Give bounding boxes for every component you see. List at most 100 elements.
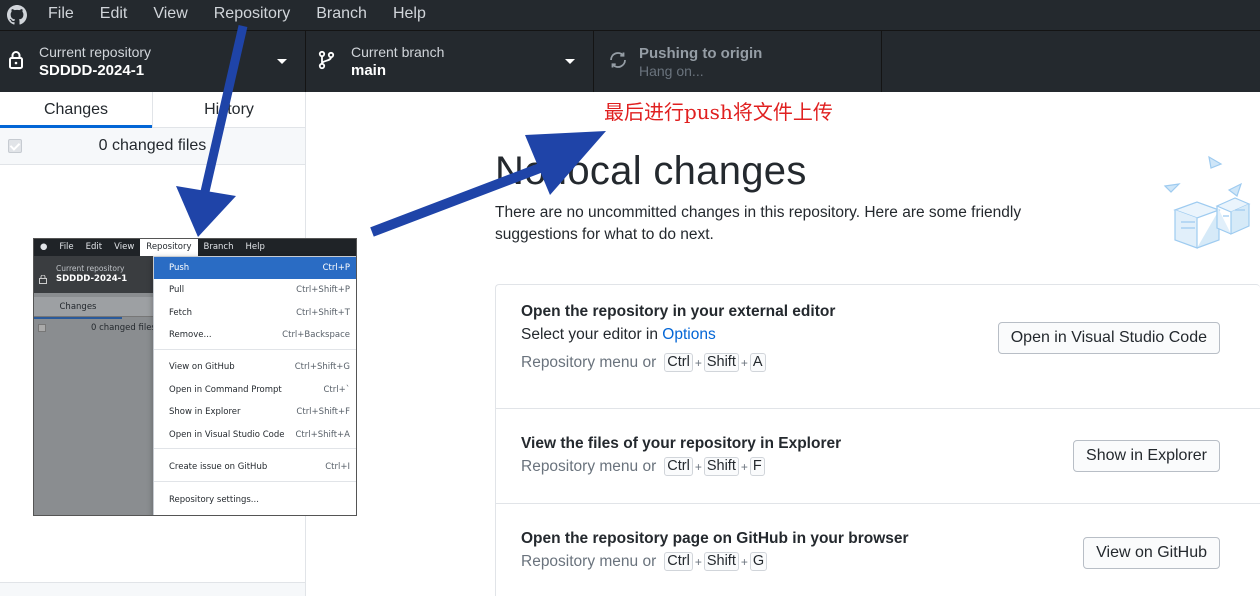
push-status: Hang on... [639,63,704,79]
inset-menu-edit: Edit [85,242,103,252]
options-link[interactable]: Options [662,326,715,343]
menu-item-repo-settings: Repository settings... [154,489,356,511]
key-ctrl: Ctrl [664,552,693,571]
github-icon: ● [40,242,48,252]
menu-view[interactable]: View [139,0,199,30]
menu-item-label: Push [169,263,190,273]
tab-history[interactable]: History [152,92,305,127]
page-subtitle: There are no uncommitted changes in this… [495,204,1022,243]
plus-sign: + [740,459,748,474]
card-shortcut-hint: Repository menu or Ctrl + Shift + F [521,457,767,476]
chevron-down-icon [565,59,575,64]
git-branch-icon [318,50,338,72]
menu-item-label: Open in Visual Studio Code [169,430,285,440]
hint-text: Repository menu or [521,457,657,475]
menu-item-fetch: Fetch Ctrl+Shift+T [154,302,356,324]
menu-help[interactable]: Help [379,0,438,30]
branch-label: Current branch [351,44,445,60]
inset-menu-screenshot: ● File Edit View Repository Branch Help … [33,238,357,516]
menu-item-label: Open in Command Prompt [169,385,282,395]
repository-dropdown-menu: Push Ctrl+P Pull Ctrl+Shift+P Fetch Ctrl+Sh… [153,256,356,515]
show-in-explorer-button[interactable]: Show in Explorer [1073,440,1220,472]
key-letter: A [749,353,766,372]
lock-icon [39,269,47,284]
inset-menu-branch: Branch [203,242,234,252]
plus-sign: + [694,459,702,474]
inset-menubar: ● File Edit View Repository Branch Help [34,239,356,256]
main-content: 最后进行push将文件上传 No local changes There are… [307,92,1260,596]
key-letter: F [749,457,765,476]
inset-menu-repository: Repository [140,239,198,256]
repo-label: Current repository [39,44,152,60]
menu-item-shortcut: Ctrl+I [325,462,350,472]
push-label: Pushing to origin [639,45,763,62]
inset-tab-changes: Changes [34,297,122,319]
inset-menu-help: Help [245,242,265,252]
changed-files-count: 0 changed files [98,137,207,154]
toolbar: Current repository SDDDD-2024-1 Current … [0,30,1260,92]
inset-checkbox [38,324,46,332]
menu-item-shortcut: Ctrl+` [323,385,351,395]
menu-item-shortcut: Ctrl+P [322,263,350,273]
push-origin-button[interactable]: Pushing to origin Hang on... [594,31,882,92]
menu-separator [154,481,356,482]
plus-sign: + [694,355,702,370]
branch-name: main [351,62,387,79]
current-repository-button[interactable]: Current repository SDDDD-2024-1 [0,31,306,92]
changed-files-header: 0 changed files [0,128,305,165]
menu-separator [154,349,356,350]
card-shortcut-hint: Repository menu or Ctrl + Shift + A [521,353,768,372]
hint-text: Repository menu or [521,353,657,371]
menu-item-label: View on GitHub [169,362,235,372]
hint-text: Repository menu or [521,552,657,570]
inset-menu-file: File [59,242,74,252]
menu-item-label: Show in Explorer [169,407,241,417]
menu-item-create-issue: Create issue on GitHub Ctrl+I [154,456,356,478]
repo-name: SDDDD-2024-1 [39,62,145,79]
menu-file[interactable]: File [34,0,86,30]
card-open-editor: Open the repository in your external edi… [496,285,1260,409]
inset-tabs: Changes [34,297,154,319]
menu-item-label: Fetch [169,308,193,318]
suggestion-cards: Open the repository in your external edi… [495,284,1260,596]
current-branch-button[interactable]: Current branch main [306,31,594,92]
page-title: No local changes [495,149,807,193]
menu-item-view-github: View on GitHub Ctrl+Shift+G [154,356,356,378]
key-shift: Shift [703,353,739,372]
lock-icon [8,50,28,72]
menu-item-label: Repository settings... [169,495,259,505]
menu-edit[interactable]: Edit [86,0,140,30]
github-icon [0,0,34,30]
menu-branch[interactable]: Branch [302,0,379,30]
open-in-editor-button[interactable]: Open in Visual Studio Code [997,322,1220,354]
commit-area [0,582,305,596]
plus-sign: + [740,554,748,569]
card-description: Select your editor in Options [521,326,716,344]
key-ctrl: Ctrl [664,457,693,476]
card-title: Open the repository in your external edi… [521,303,836,320]
sync-icon [608,50,628,72]
inset-repo-selector: Current repository SDDDD-2024-1 [34,256,154,293]
card-show-explorer: View the files of your repository in Exp… [496,409,1260,504]
menu-item-command-prompt: Open in Command Prompt Ctrl+` [154,379,356,401]
card-title: View the files of your repository in Exp… [521,435,842,452]
menu-item-show-explorer: Show in Explorer Ctrl+Shift+F [154,401,356,423]
app-menubar: File Edit View Repository Branch Help [0,0,1260,30]
view-on-github-button[interactable]: View on GitHub [1083,537,1220,569]
annotation-text: 最后进行push将文件上传 [604,100,833,124]
menu-item-label: Create issue on GitHub [169,462,268,472]
key-ctrl: Ctrl [664,353,693,372]
tab-changes[interactable]: Changes [0,92,152,128]
menu-item-remove: Remove... Ctrl+Backspace [154,324,356,346]
card-title: Open the repository page on GitHub in yo… [521,530,909,547]
key-letter: G [749,552,768,571]
menu-item-shortcut: Ctrl+Shift+G [294,362,350,372]
menu-item-push: Push Ctrl+P [154,257,356,279]
inset-menu-view: View [114,242,135,252]
menu-item-open-vscode: Open in Visual Studio Code Ctrl+Shift+A [154,424,356,446]
card-shortcut-hint: Repository menu or Ctrl + Shift + G [521,552,769,571]
card-description-text: Select your editor in [521,326,663,343]
menu-item-shortcut: Ctrl+Backspace [282,330,350,340]
menu-repository[interactable]: Repository [200,0,302,30]
inset-changed-count: 0 changed files [91,323,156,333]
